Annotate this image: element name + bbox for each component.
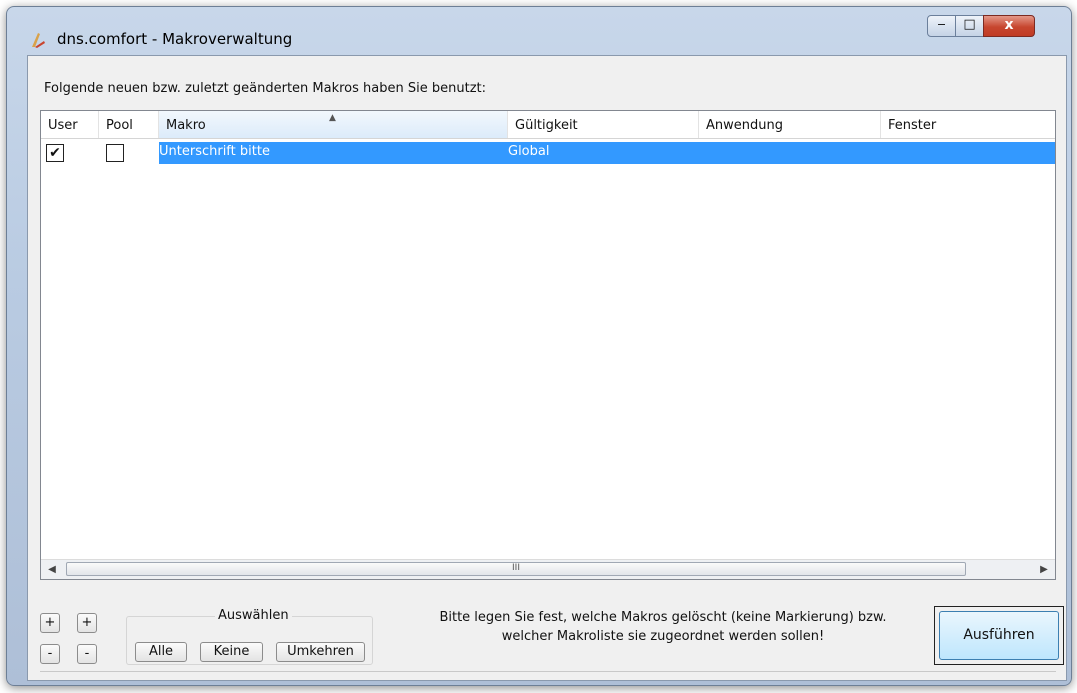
info-line-1: Bitte legen Sie fest, welche Makros gelö…	[439, 610, 887, 625]
column-header-gueltigkeit[interactable]: Gültigkeit	[508, 111, 699, 138]
run-button-frame: Ausführen	[934, 606, 1064, 665]
column-header-user[interactable]: User	[41, 111, 99, 138]
intro-text: Folgende neuen bzw. zuletzt geänderten M…	[44, 81, 486, 96]
close-button[interactable]: x	[983, 15, 1035, 37]
column-header-anwendung[interactable]: Anwendung	[699, 111, 881, 138]
scrollbar-thumb[interactable]: III	[66, 562, 966, 576]
client-area: Folgende neuen bzw. zuletzt geänderten M…	[27, 55, 1067, 681]
makroverwaltung-window: dns.comfort - Makroverwaltung ‒ □ x Folg…	[6, 6, 1072, 686]
select-none-button[interactable]: Keine	[200, 642, 263, 662]
title-bar[interactable]: dns.comfort - Makroverwaltung ‒ □ x	[7, 7, 1071, 55]
scroll-right-icon[interactable]: ▶	[1035, 560, 1053, 579]
column-header-makro[interactable]: Makro ▲	[159, 111, 508, 138]
minus-button-1[interactable]: -	[40, 644, 60, 664]
list-header: User Pool Makro ▲ Gültigkeit Anwendung F…	[41, 111, 1055, 139]
table-row[interactable]: ✔ Unterschrift bitte Global	[41, 142, 1055, 164]
info-text: Bitte legen Sie fest, welche Makros gelö…	[398, 608, 928, 646]
sort-ascending-icon: ▲	[329, 113, 336, 123]
maximize-button[interactable]: □	[955, 15, 984, 37]
macro-list[interactable]: User Pool Makro ▲ Gültigkeit Anwendung F…	[40, 110, 1056, 580]
column-header-fenster[interactable]: Fenster	[881, 111, 1055, 138]
bottom-divider	[40, 671, 1056, 672]
cell-makro: Unterschrift bitte	[159, 144, 270, 159]
select-groupbox: Auswählen Alle Keine Umkehren	[126, 608, 373, 665]
app-icon	[32, 33, 45, 48]
column-header-pool[interactable]: Pool	[99, 111, 159, 138]
minus-button-2[interactable]: -	[77, 644, 97, 664]
select-group-label: Auswählen	[215, 608, 292, 623]
info-line-2: welcher Makroliste sie zugeordnet werden…	[501, 629, 825, 644]
scroll-left-icon[interactable]: ◀	[43, 560, 61, 579]
column-header-makro-label: Makro	[166, 118, 206, 133]
cell-gueltigkeit: Global	[508, 144, 550, 159]
minimize-button[interactable]: ‒	[927, 15, 956, 37]
pool-checkbox[interactable]	[106, 144, 124, 162]
run-button[interactable]: Ausführen	[939, 611, 1059, 660]
horizontal-scrollbar[interactable]: ◀ III ▶	[41, 559, 1055, 579]
plus-button-2[interactable]: +	[77, 613, 97, 633]
window-title: dns.comfort - Makroverwaltung	[57, 30, 293, 48]
invert-selection-button[interactable]: Umkehren	[276, 642, 365, 662]
select-all-button[interactable]: Alle	[135, 642, 187, 662]
user-checkbox[interactable]: ✔	[46, 144, 64, 162]
plus-button-1[interactable]: +	[40, 613, 60, 633]
